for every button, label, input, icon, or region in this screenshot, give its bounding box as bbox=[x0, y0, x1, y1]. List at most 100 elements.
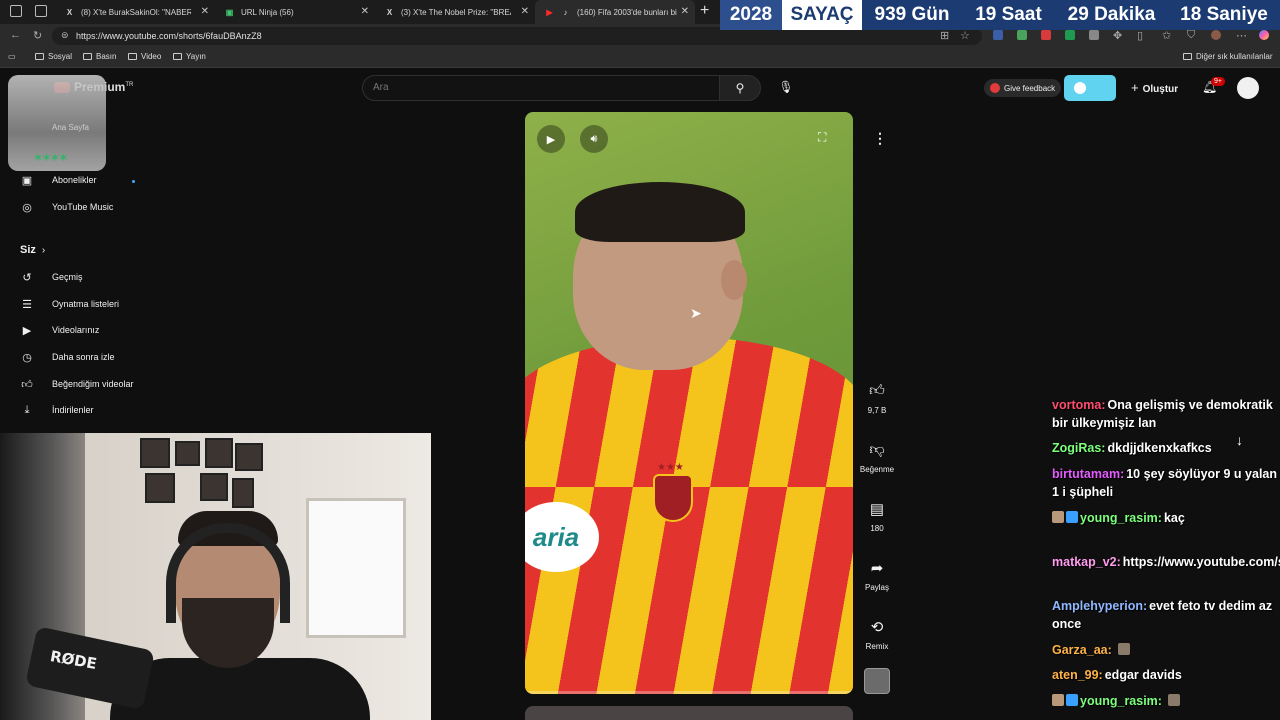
browser-tab-1[interactable]: X (8) X'te BurakSakinOl: "NABER LAN ✕ bbox=[55, 0, 215, 24]
sidebar-item-your-videos[interactable]: ▶ Videolarınız bbox=[20, 320, 100, 340]
countdown-year: 2028 bbox=[720, 0, 782, 30]
like-count: 9,7 B bbox=[867, 406, 887, 415]
share-label: Paylaş bbox=[864, 583, 889, 592]
music-icon: ◎ bbox=[22, 201, 32, 214]
sidebar-item-playlists[interactable]: ☰ Oynatma listeleri bbox=[20, 294, 119, 314]
bookmark-folder[interactable]: Sosyal bbox=[35, 52, 72, 61]
give-feedback-button[interactable]: Give feedback bbox=[984, 79, 1062, 97]
split-screen-icon[interactable]: ▯ bbox=[1137, 29, 1143, 42]
shorts-video-player[interactable]: ★★★ aria ▶ 🔊︎ ⛶ bbox=[525, 112, 853, 694]
bookmark-folder[interactable]: Yayın bbox=[173, 52, 206, 61]
bookmark-folder[interactable]: Video bbox=[128, 52, 161, 61]
history-icon: ↺ bbox=[22, 271, 32, 284]
play-button[interactable]: ▶ bbox=[537, 125, 565, 153]
folder-icon bbox=[83, 53, 92, 60]
search-box[interactable] bbox=[362, 75, 720, 101]
thumbs-up-icon: 👍︎ bbox=[869, 382, 885, 399]
browser-tab-3[interactable]: X (3) X'te The Nobel Prize: "BREAKI ✕ bbox=[375, 0, 535, 24]
arrow-down-icon: ↓ bbox=[1236, 432, 1243, 448]
close-tab-icon[interactable]: ✕ bbox=[521, 6, 529, 17]
reading-list-icon[interactable]: ▭ bbox=[8, 52, 16, 61]
new-tab-button[interactable]: + bbox=[700, 2, 709, 20]
create-button[interactable]: + Oluştur bbox=[1131, 80, 1178, 95]
share-button[interactable]: ➦ Paylaş bbox=[850, 559, 904, 592]
url-text: https://www.youtube.com/shorts/6fauDBAnz… bbox=[76, 31, 262, 41]
wall-photo bbox=[235, 443, 263, 471]
speaker-icon[interactable]: ♪ bbox=[561, 8, 570, 17]
video-progress-bar[interactable] bbox=[525, 691, 853, 694]
plus-icon: + bbox=[1131, 80, 1139, 95]
overlay-toggle[interactable] bbox=[1064, 75, 1116, 101]
emote-icon bbox=[1117, 643, 1130, 655]
workspaces-icon[interactable] bbox=[10, 5, 22, 17]
bookmark-label: Basın bbox=[96, 52, 117, 61]
fullscreen-icon[interactable]: ⛶ bbox=[818, 130, 826, 145]
wall-photo bbox=[205, 438, 233, 468]
other-bookmarks[interactable]: Diğer sık kullanılanlar bbox=[1183, 52, 1272, 61]
volume-button[interactable]: 🔊︎ bbox=[580, 125, 608, 153]
x-logo-icon: X bbox=[386, 7, 393, 17]
x-logo-icon: X bbox=[66, 7, 73, 17]
audio-source-thumbnail[interactable] bbox=[864, 668, 890, 694]
create-label: Oluştur bbox=[1142, 84, 1179, 95]
player-hair bbox=[575, 182, 745, 242]
sidebar-item-downloads[interactable]: ⤓ İndirilenler bbox=[20, 400, 94, 420]
extension-icon[interactable] bbox=[993, 30, 1003, 40]
extension-icon[interactable] bbox=[1017, 30, 1027, 40]
bookmark-folder[interactable]: Basın bbox=[83, 52, 116, 61]
chat-message: birtutamam: 10 şey söylüyor 9 u yalan 1 i… bbox=[1052, 465, 1277, 501]
close-tab-icon[interactable]: ✕ bbox=[681, 6, 689, 17]
tab-title: (8) X'te BurakSakinOl: "NABER LAN bbox=[81, 7, 191, 17]
comments-button[interactable]: ▤ 180 bbox=[850, 500, 904, 533]
tab-actions-icon[interactable] bbox=[35, 5, 47, 17]
favorite-star-icon[interactable]: ☆ bbox=[960, 29, 970, 42]
sidebar-item-liked-videos[interactable]: 👍︎ Beğendiğim videolar bbox=[20, 374, 133, 394]
speaker-icon: 🔊︎ bbox=[590, 132, 598, 145]
extension-icon[interactable] bbox=[1041, 30, 1051, 40]
close-tab-icon[interactable]: ✕ bbox=[201, 6, 209, 17]
reload-icon[interactable]: ↻ bbox=[33, 29, 42, 42]
notification-count-badge: 9+ bbox=[1211, 77, 1225, 86]
extensions-icon[interactable]: ✥ bbox=[1113, 29, 1122, 42]
sidebar-item-youtube-music[interactable]: ◎ YouTube Music bbox=[20, 197, 113, 217]
account-avatar[interactable] bbox=[1237, 77, 1259, 99]
galatasaray-crest-icon bbox=[653, 474, 693, 522]
chat-username: vortoma: bbox=[1052, 398, 1106, 412]
profile-avatar[interactable] bbox=[1211, 30, 1221, 40]
download-icon: ⤓ bbox=[24, 403, 30, 416]
favorites-icon[interactable]: ✩ bbox=[1162, 29, 1171, 42]
sidebar-item-watch-later[interactable]: ◷ Daha sonra izle bbox=[20, 347, 115, 367]
sidebar-item-label: Abonelikler bbox=[52, 175, 97, 185]
folder-icon bbox=[35, 53, 44, 60]
copilot-icon[interactable] bbox=[1259, 30, 1269, 40]
more-menu-icon[interactable]: ⋯ bbox=[1236, 29, 1247, 42]
browser-tab-2[interactable]: ▣ URL Ninja (56) ✕ bbox=[215, 0, 375, 24]
apps-icon[interactable]: ⊞ bbox=[940, 29, 949, 42]
search-button[interactable]: ⚲ bbox=[719, 75, 761, 101]
back-icon[interactable]: ← bbox=[10, 29, 21, 41]
browser-tab-4[interactable]: ▶ ♪ (160) Fifa 2003'de bunları bi ✕ bbox=[535, 0, 695, 24]
close-tab-icon[interactable]: ✕ bbox=[361, 6, 369, 17]
like-button[interactable]: 👍︎ 9,7 B bbox=[850, 382, 904, 415]
sidebar-item-label: Daha sonra izle bbox=[52, 352, 115, 362]
tab-title: (3) X'te The Nobel Prize: "BREAKI bbox=[401, 7, 511, 17]
remix-button[interactable]: ⟲ Remix bbox=[850, 618, 904, 651]
voice-search-button[interactable]: 🎙︎ bbox=[775, 76, 797, 98]
extension-icon[interactable] bbox=[1089, 30, 1099, 40]
countdown-days: 939 Gün bbox=[862, 0, 962, 30]
countdown-minutes: 29 Dakika bbox=[1055, 0, 1168, 30]
search-input[interactable] bbox=[373, 82, 703, 93]
sidebar-item-label: YouTube Music bbox=[52, 202, 114, 212]
next-short-preview[interactable] bbox=[525, 706, 853, 720]
sidebar-item-subscriptions[interactable]: ▣ Abonelikler bbox=[20, 170, 97, 190]
chat-username: aten_99: bbox=[1052, 668, 1103, 682]
sidebar-item-history[interactable]: ↺ Geçmiş bbox=[20, 267, 82, 287]
dislike-button[interactable]: 👎︎ Beğenme bbox=[850, 441, 904, 474]
crest-stars-icon: ★★★ bbox=[657, 462, 684, 473]
site-info-icon[interactable]: ⊜ bbox=[61, 30, 69, 41]
extension-icon[interactable] bbox=[1065, 30, 1075, 40]
shield-icon[interactable]: ⛉ bbox=[1187, 29, 1195, 42]
comment-count: 180 bbox=[870, 524, 884, 533]
more-options-icon[interactable]: ⋮ bbox=[873, 130, 887, 147]
sidebar-section-you[interactable]: Siz › bbox=[20, 244, 45, 256]
